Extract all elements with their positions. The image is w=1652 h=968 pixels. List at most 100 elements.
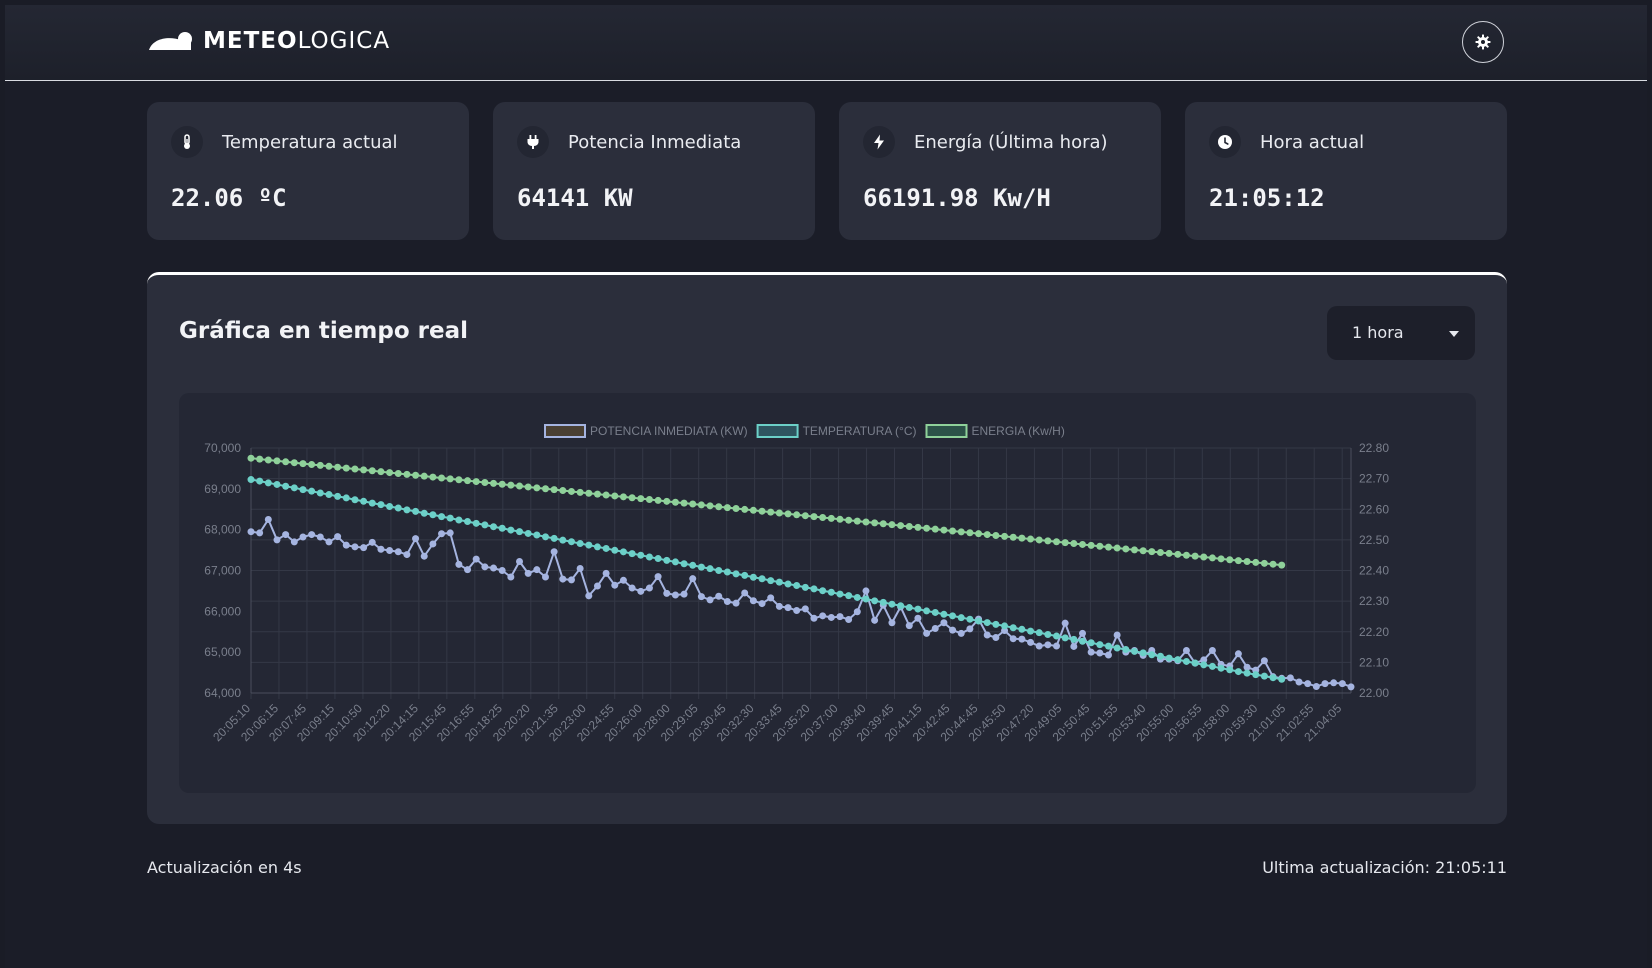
- data-point: [819, 513, 827, 521]
- data-point: [680, 560, 688, 568]
- data-point: [1053, 642, 1061, 650]
- data-point: [351, 543, 359, 551]
- data-point: [360, 466, 368, 474]
- data-point: [671, 498, 679, 506]
- data-point: [368, 467, 376, 475]
- data-point: [455, 560, 463, 568]
- data-point: [836, 613, 844, 621]
- data-point: [308, 460, 316, 468]
- y-tick-label-left: 68,000: [204, 523, 241, 537]
- data-point: [559, 536, 567, 544]
- data-point: [940, 619, 948, 627]
- data-point: [490, 479, 498, 487]
- stat-card-temperature: Temperatura actual 22.06 ºC: [147, 102, 469, 240]
- data-point: [1061, 619, 1069, 627]
- data-point: [1009, 635, 1017, 643]
- data-point: [1278, 561, 1286, 569]
- data-point: [758, 600, 766, 608]
- data-point: [533, 531, 541, 539]
- data-point: [914, 605, 922, 613]
- data-point: [1053, 632, 1061, 640]
- data-point: [264, 515, 272, 523]
- data-point: [1018, 635, 1026, 643]
- data-point: [351, 465, 359, 473]
- data-point: [507, 526, 515, 534]
- data-point: [394, 504, 402, 512]
- data-point: [464, 518, 472, 525]
- chevron-down-icon: [1449, 331, 1459, 337]
- data-point: [879, 598, 887, 606]
- y-tick-label-right: 22.30: [1359, 594, 1389, 608]
- data-point: [793, 511, 801, 519]
- data-point: [775, 578, 783, 586]
- data-point: [299, 486, 307, 494]
- data-point: [1035, 642, 1043, 650]
- data-point: [1217, 664, 1225, 672]
- settings-button[interactable]: [1462, 21, 1504, 63]
- data-point: [871, 519, 879, 527]
- data-point: [507, 573, 515, 581]
- data-point: [1234, 650, 1242, 658]
- data-point: [1096, 641, 1104, 649]
- data-point: [949, 626, 957, 634]
- data-point: [663, 589, 671, 597]
- chart-container: 64,000 65,000 66,000 67,000 68,000 69,000 70,0…: [179, 393, 1476, 793]
- data-point: [645, 553, 653, 561]
- data-point: [1182, 647, 1190, 655]
- data-point: [1182, 551, 1190, 559]
- data-point: [628, 584, 636, 592]
- data-point: [1156, 549, 1164, 557]
- data-point: [767, 508, 775, 516]
- data-point: [810, 513, 818, 521]
- data-point: [429, 511, 437, 519]
- data-point: [438, 513, 446, 521]
- data-point: [1087, 648, 1095, 656]
- legend-label: ENERGIA (Kw/H): [972, 424, 1065, 438]
- data-point: [749, 597, 757, 605]
- data-point: [256, 477, 264, 485]
- data-point: [706, 596, 714, 604]
- data-point: [619, 548, 627, 556]
- data-point: [602, 491, 610, 499]
- y-tick-label-right: 22.70: [1359, 472, 1389, 486]
- data-point: [697, 563, 705, 571]
- data-point: [386, 546, 394, 554]
- data-point: [1252, 671, 1260, 679]
- data-point: [1269, 560, 1277, 568]
- data-point: [1200, 553, 1208, 561]
- data-point: [966, 625, 974, 633]
- data-point: [1286, 674, 1294, 682]
- data-point: [516, 558, 524, 566]
- data-point: [247, 454, 255, 462]
- data-point: [827, 613, 835, 621]
- time-range-select[interactable]: 1 hora: [1327, 306, 1475, 360]
- data-point: [1018, 625, 1026, 633]
- data-point: [853, 608, 861, 616]
- data-point: [533, 484, 541, 492]
- data-point: [723, 598, 731, 606]
- data-point: [464, 566, 472, 574]
- data-point: [723, 504, 731, 512]
- data-point: [550, 534, 558, 542]
- data-point: [784, 604, 792, 612]
- data-point: [593, 582, 601, 590]
- data-point: [888, 600, 896, 608]
- data-point: [247, 476, 255, 484]
- y-tick-label-right: 22.50: [1359, 533, 1389, 547]
- data-point: [637, 587, 645, 595]
- data-point: [438, 530, 446, 538]
- data-point: [308, 531, 316, 539]
- data-point: [611, 492, 619, 500]
- data-point: [1191, 552, 1199, 560]
- data-point: [1278, 675, 1286, 683]
- brand-logo[interactable]: METEOLOGICA: [147, 28, 390, 54]
- data-point: [741, 505, 749, 513]
- data-point: [1165, 549, 1173, 557]
- data-point: [602, 569, 610, 577]
- data-point: [758, 575, 766, 583]
- data-point: [862, 587, 870, 595]
- data-point: [723, 568, 731, 576]
- data-point: [871, 597, 879, 605]
- data-point: [1001, 532, 1009, 540]
- data-point: [394, 469, 402, 477]
